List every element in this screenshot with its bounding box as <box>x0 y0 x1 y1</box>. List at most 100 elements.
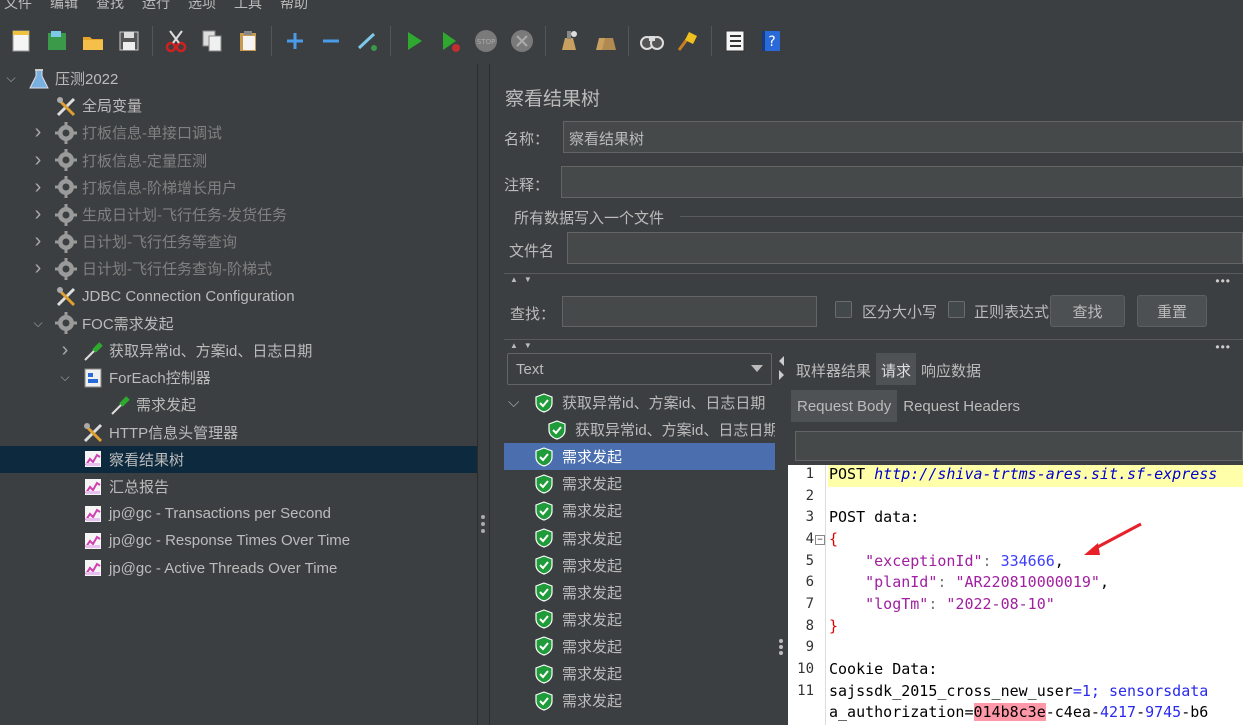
menu-item[interactable]: 文件 <box>4 0 32 11</box>
copy-icon[interactable] <box>197 26 227 56</box>
line-number-gutter: 1 2 3 4 5 6 7 8 9 10 11 <box>788 465 826 725</box>
tree-node[interactable]: › 日计划-飞行任务查询-阶梯式 <box>0 255 477 282</box>
chevron-right-icon[interactable]: › <box>31 149 45 171</box>
clear-icon[interactable] <box>554 26 584 56</box>
stop-icon[interactable]: STOP <box>471 26 501 56</box>
open-icon[interactable] <box>78 26 108 56</box>
tab-request-headers[interactable]: Request Headers <box>897 390 1026 422</box>
result-item[interactable]: 需求发起 <box>504 660 775 687</box>
search-icon[interactable] <box>637 26 667 56</box>
result-item[interactable]: 需求发起 <box>504 443 775 471</box>
chevron-right-icon[interactable]: › <box>31 203 45 225</box>
result-item[interactable]: 需求发起 <box>504 633 775 660</box>
result-item[interactable]: 需求发起 <box>504 606 775 633</box>
reset-search-icon[interactable] <box>673 26 703 56</box>
chevron-right-icon[interactable]: › <box>31 257 45 279</box>
split-arrows-icon[interactable]: ▲▼ <box>510 341 538 350</box>
split-handle[interactable]: ▲▼ ••• <box>504 273 1243 288</box>
result-item[interactable]: 需求发起 <box>504 552 775 579</box>
menu-item[interactable]: 帮助 <box>280 0 308 11</box>
chevron-right-icon[interactable]: › <box>31 121 45 143</box>
reset-button[interactable]: 重置 <box>1137 295 1207 327</box>
split-arrows-icon[interactable] <box>776 353 786 725</box>
tab-response-data[interactable]: 响应数据 <box>916 353 986 385</box>
new-icon[interactable] <box>6 26 36 56</box>
function-helper-icon[interactable] <box>720 26 750 56</box>
menu-item[interactable]: 编辑 <box>50 0 78 11</box>
renderer-select[interactable]: Text <box>507 353 772 385</box>
expand-icon[interactable] <box>280 26 310 56</box>
chevron-down-icon[interactable]: ⌵ <box>31 316 45 330</box>
result-item[interactable]: 需求发起 <box>504 579 775 606</box>
tree-node[interactable]: 需求发起 <box>0 391 477 418</box>
chevron-right-icon[interactable]: › <box>31 176 45 198</box>
tree-node[interactable]: 察看结果树 <box>0 445 477 473</box>
save-icon[interactable] <box>114 26 144 56</box>
menu-item[interactable]: 查找 <box>96 0 124 11</box>
result-item[interactable]: 需求发起 <box>504 525 775 552</box>
case-sensitive-checkbox[interactable] <box>835 301 852 318</box>
chevron-down-icon[interactable]: ⌵ <box>58 370 72 385</box>
body-search-field[interactable] <box>795 431 1243 461</box>
cut-icon[interactable] <box>161 26 191 56</box>
tree-node[interactable]: › 打板信息-单接口调试 <box>0 119 477 146</box>
chevron-down-icon[interactable]: ⌵ <box>4 71 18 86</box>
json-colon: : <box>982 552 1001 570</box>
tree-node[interactable]: ⌵ 压测2022 <box>0 65 477 92</box>
collapse-icon[interactable] <box>316 26 346 56</box>
menu-item[interactable]: 运行 <box>142 0 170 11</box>
chevron-right-icon[interactable]: › <box>31 230 45 252</box>
more-icon[interactable]: ••• <box>1215 340 1231 354</box>
split-divider[interactable] <box>477 64 490 725</box>
paste-icon[interactable] <box>233 26 263 56</box>
tree-node[interactable]: › 打板信息-阶梯增长用户 <box>0 174 477 201</box>
shutdown-icon[interactable] <box>507 26 537 56</box>
chevron-down-icon[interactable]: ⌵ <box>508 394 522 411</box>
tree-node[interactable]: 全局变量 <box>0 92 477 119</box>
split-arrows-icon[interactable]: ▲▼ <box>510 275 538 284</box>
result-tabs: 取样器结果 请求 响应数据 <box>791 353 986 385</box>
more-icon[interactable]: ••• <box>1215 274 1231 288</box>
find-button[interactable]: 查找 <box>1050 295 1125 327</box>
filename-field[interactable] <box>567 232 1243 264</box>
tree-node[interactable]: › 获取异常id、方案id、日志日期 <box>0 337 477 364</box>
start-no-pause-icon[interactable] <box>435 26 465 56</box>
search-input[interactable] <box>562 296 817 327</box>
fold-icon[interactable]: − <box>815 535 825 545</box>
result-item[interactable]: ⌵ 获取异常id、方案id、日志日期 <box>504 389 775 416</box>
tree-node[interactable]: › 日计划-飞行任务等查询 <box>0 228 477 255</box>
tree-node[interactable]: jp@gc - Transactions per Second <box>0 500 477 527</box>
tree-node[interactable]: 汇总报告 <box>0 473 477 500</box>
clear-all-icon[interactable] <box>590 26 620 56</box>
tab-request[interactable]: 请求 <box>876 353 917 385</box>
split-handle[interactable]: ▲▼ ••• <box>504 339 1243 354</box>
tab-sampler-result[interactable]: 取样器结果 <box>791 353 876 385</box>
help-icon[interactable]: ? <box>756 26 786 56</box>
split-handle-icon[interactable] <box>481 515 485 533</box>
tree-node-label: 日计划-飞行任务查询-阶梯式 <box>82 261 272 279</box>
tree-node[interactable]: jp@gc - Active Threads Over Time <box>0 555 477 582</box>
menu-item[interactable]: 工具 <box>234 0 262 11</box>
inner-split-divider[interactable] <box>776 353 786 725</box>
regex-checkbox[interactable] <box>948 301 965 318</box>
comment-field[interactable] <box>561 166 1243 198</box>
tree-node[interactable]: › 生成日计划-飞行任务-发货任务 <box>0 201 477 228</box>
tree-node[interactable]: HTTP信息头管理器 <box>0 419 477 446</box>
result-item[interactable]: 需求发起 <box>504 687 775 714</box>
result-item[interactable]: 需求发起 <box>504 497 775 524</box>
name-field[interactable]: 察看结果树 <box>563 121 1243 153</box>
tree-node[interactable]: ⌵ ForEach控制器 <box>0 364 477 391</box>
tree-node[interactable]: ⌵ FOC需求发起 <box>0 310 477 337</box>
tree-node[interactable]: › 打板信息-定量压测 <box>0 147 477 174</box>
toggle-icon[interactable] <box>352 26 382 56</box>
tab-request-body[interactable]: Request Body <box>791 390 898 422</box>
start-icon[interactable] <box>399 26 429 56</box>
tree-node[interactable]: JDBC Connection Configuration <box>0 283 477 310</box>
chevron-right-icon[interactable]: › <box>58 339 72 361</box>
menu-item[interactable]: 选项 <box>188 0 216 11</box>
templates-icon[interactable] <box>42 26 72 56</box>
tree-node[interactable]: jp@gc - Response Times Over Time <box>0 527 477 554</box>
request-body-editor[interactable]: 1 2 3 4 5 6 7 8 9 10 11 − POST http://shiva-trtms-… <box>788 465 1243 725</box>
result-item[interactable]: 需求发起 <box>504 470 775 497</box>
result-item[interactable]: 获取异常id、方案id、日志日期 <box>504 416 775 443</box>
